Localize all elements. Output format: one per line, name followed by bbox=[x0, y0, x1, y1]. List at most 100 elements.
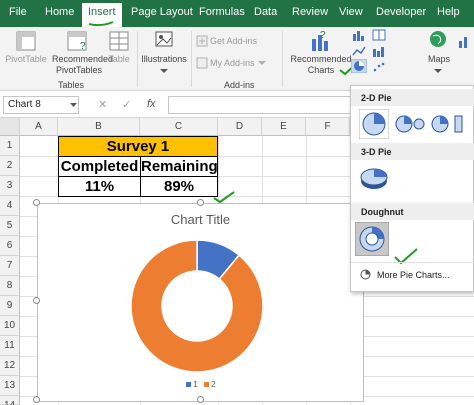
pivotchart-icon[interactable] bbox=[458, 33, 474, 49]
pie-option[interactable] bbox=[359, 109, 389, 139]
insert-function-button[interactable]: fx bbox=[147, 98, 156, 110]
pivottable-icon[interactable] bbox=[15, 30, 37, 52]
doughnut-chart[interactable]: Chart Title 1 2 bbox=[37, 203, 364, 402]
recommended-charts-icon[interactable]: ? bbox=[310, 29, 332, 53]
menu-divider bbox=[351, 262, 474, 263]
chevron-down-icon[interactable] bbox=[70, 103, 77, 107]
addins-group-label: Add-ins bbox=[224, 80, 255, 90]
row-header[interactable]: 5 bbox=[0, 216, 20, 236]
bar-of-pie-option[interactable] bbox=[431, 112, 467, 136]
illustrations-button[interactable]: Illustrations bbox=[140, 54, 188, 65]
tab-home[interactable]: Home bbox=[45, 6, 74, 18]
row-header[interactable]: 9 bbox=[0, 296, 20, 316]
chevron-down-icon bbox=[258, 61, 266, 65]
resize-handle[interactable] bbox=[197, 199, 204, 206]
table-button[interactable]: Table bbox=[104, 54, 134, 65]
cancel-button[interactable]: ✕ bbox=[98, 98, 107, 111]
doughnut-plot-area[interactable] bbox=[130, 239, 264, 373]
legend-label-1: 1 bbox=[193, 380, 198, 389]
tab-page-layout[interactable]: Page Layout bbox=[131, 6, 193, 18]
resize-handle[interactable] bbox=[33, 199, 40, 206]
resize-handle[interactable] bbox=[33, 297, 40, 304]
completed-value-cell[interactable]: 11% bbox=[58, 176, 141, 197]
row-header[interactable]: 11 bbox=[0, 336, 20, 356]
tab-view[interactable]: View bbox=[339, 6, 363, 18]
my-addins-button[interactable]: My Add-ins bbox=[210, 58, 255, 69]
row-header[interactable]: 8 bbox=[0, 276, 20, 296]
row-header[interactable]: 7 bbox=[0, 256, 20, 276]
tab-help[interactable]: Help bbox=[437, 6, 460, 18]
row-header[interactable]: 13 bbox=[0, 376, 20, 396]
row-header[interactable]: 2 bbox=[0, 156, 20, 176]
svg-text:?: ? bbox=[80, 41, 86, 52]
chart-legend[interactable]: 1 2 bbox=[186, 380, 216, 389]
pie-small-icon bbox=[360, 269, 371, 280]
column-header-c[interactable]: C bbox=[140, 118, 218, 136]
line-chart-icon[interactable] bbox=[352, 45, 366, 57]
tab-formulas[interactable]: Formulas bbox=[199, 6, 245, 18]
select-all-corner[interactable] bbox=[0, 118, 20, 136]
hierarchy-chart-icon[interactable] bbox=[372, 29, 386, 41]
column-header-a[interactable]: A bbox=[20, 118, 58, 136]
ribbon-separator bbox=[137, 31, 138, 87]
illustrations-icon[interactable] bbox=[153, 29, 175, 51]
remaining-value-cell[interactable]: 89% bbox=[140, 176, 218, 197]
row-header[interactable]: 6 bbox=[0, 236, 20, 256]
recommended-pivottables-icon[interactable]: ? bbox=[66, 30, 90, 52]
column-header-d[interactable]: D bbox=[218, 118, 262, 136]
ribbon: PivotTable ? Recommended PivotTables Tab… bbox=[0, 27, 474, 91]
maps-button[interactable]: Maps bbox=[425, 54, 453, 65]
row-header[interactable]: 1 bbox=[0, 136, 20, 156]
resize-handle[interactable] bbox=[197, 396, 204, 403]
remaining-header-cell[interactable]: Remaining bbox=[140, 156, 218, 177]
recommended-pivottables-button[interactable]: Recommended PivotTables bbox=[52, 54, 114, 76]
chart-title[interactable]: Chart Title bbox=[38, 212, 363, 227]
name-box[interactable]: Chart 8 bbox=[3, 96, 79, 114]
excel-window: File Home Insert Page Layout Formulas Da… bbox=[0, 0, 474, 405]
pie-chart-button-icon[interactable] bbox=[351, 59, 367, 73]
row-header[interactable]: 14 bbox=[0, 396, 20, 405]
column-header-e[interactable]: E bbox=[262, 118, 306, 136]
chevron-down-icon bbox=[160, 69, 168, 73]
doughnut-option[interactable] bbox=[355, 222, 389, 256]
recommended-pivottables-label-2: PivotTables bbox=[55, 65, 103, 75]
chevron-down-icon bbox=[434, 69, 442, 73]
enter-button[interactable]: ✓ bbox=[122, 98, 131, 111]
column-header-b[interactable]: B bbox=[58, 118, 140, 136]
pivottable-button[interactable]: PivotTable bbox=[3, 54, 49, 65]
table-icon[interactable] bbox=[108, 30, 130, 52]
my-addins-icon[interactable] bbox=[196, 57, 208, 69]
tables-group-label: Tables bbox=[58, 80, 85, 90]
tab-file[interactable]: File bbox=[9, 6, 27, 18]
get-addins-button[interactable]: Get Add-ins bbox=[210, 36, 257, 47]
row-header[interactable]: 10 bbox=[0, 316, 20, 336]
ribbon-tab-bar: File Home Insert Page Layout Formulas Da… bbox=[0, 0, 474, 27]
section-3d-pie: 3-D Pie bbox=[351, 143, 474, 160]
get-addins-icon[interactable] bbox=[196, 35, 208, 47]
row-header[interactable]: 4 bbox=[0, 196, 20, 216]
legend-swatch-1 bbox=[186, 382, 191, 387]
completed-header-cell[interactable]: Completed bbox=[58, 156, 141, 177]
scatter-chart-icon[interactable] bbox=[372, 61, 386, 73]
doughnut-slice-2[interactable] bbox=[130, 239, 264, 373]
ribbon-separator bbox=[191, 31, 192, 87]
column-header-f[interactable]: F bbox=[306, 118, 350, 136]
section-2d-pie: 2-D Pie bbox=[351, 89, 474, 106]
pie-of-pie-option[interactable] bbox=[395, 112, 425, 136]
maps-icon[interactable] bbox=[428, 29, 448, 49]
tab-developer[interactable]: Developer bbox=[376, 6, 426, 18]
survey-title-cell[interactable]: Survey 1 bbox=[58, 136, 218, 157]
row-header[interactable]: 3 bbox=[0, 176, 20, 196]
formula-input[interactable] bbox=[168, 96, 358, 114]
column-chart-icon[interactable] bbox=[352, 29, 366, 41]
check-mark-icon bbox=[213, 191, 235, 204]
row-header[interactable]: 12 bbox=[0, 356, 20, 376]
statistic-chart-icon[interactable] bbox=[372, 45, 386, 57]
more-pie-charts-link[interactable]: More Pie Charts... bbox=[377, 270, 450, 280]
tab-data[interactable]: Data bbox=[254, 6, 277, 18]
recommended-pivottables-label-1: Recommended bbox=[52, 54, 114, 64]
3d-pie-option[interactable] bbox=[359, 164, 389, 192]
legend-swatch-2 bbox=[203, 382, 209, 387]
resize-handle[interactable] bbox=[33, 396, 40, 403]
tab-review[interactable]: Review bbox=[292, 6, 328, 18]
